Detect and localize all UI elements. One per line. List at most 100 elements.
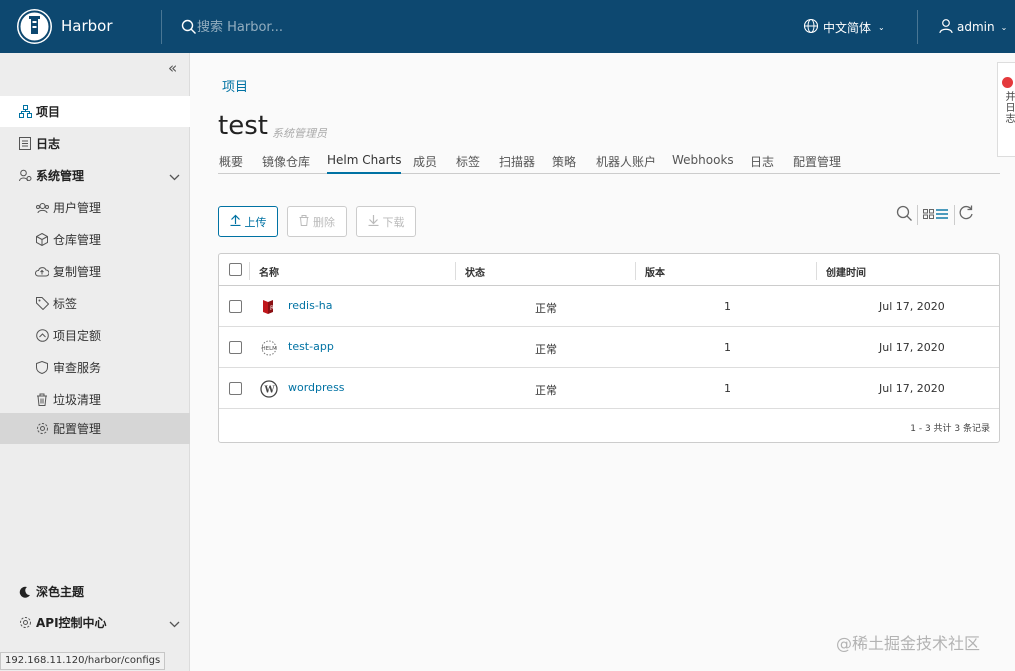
table-row[interactable]: HELM test-app 正常 1 Jul 17, 2020 bbox=[219, 327, 999, 368]
sidebar-item-users[interactable]: 用户管理 bbox=[0, 192, 190, 223]
sidebar-item-registries[interactable]: 仓库管理 bbox=[0, 224, 190, 255]
download-button[interactable]: 下载 bbox=[356, 206, 416, 237]
users-icon bbox=[35, 201, 49, 215]
column-created[interactable]: 创建时间 bbox=[826, 264, 866, 279]
wordpress-icon: W bbox=[259, 380, 279, 398]
sidebar: « 项目 日志 系统管理 用户管理 仓库管理 复制管理 标签 项目定额 审查服务… bbox=[0, 53, 190, 671]
tab-policy[interactable]: 策略 bbox=[552, 153, 576, 174]
download-label: 下载 bbox=[382, 215, 405, 229]
sidebar-item-label: 日志 bbox=[36, 137, 61, 151]
shield-icon bbox=[35, 361, 49, 375]
tab-robot-accounts[interactable]: 机器人账户 bbox=[596, 153, 656, 174]
column-name[interactable]: 名称 bbox=[259, 264, 279, 279]
search-icon[interactable] bbox=[181, 19, 197, 38]
chart-created: Jul 17, 2020 bbox=[879, 341, 945, 354]
chart-name-link[interactable]: redis-ha bbox=[288, 299, 333, 312]
search-input[interactable] bbox=[197, 16, 447, 38]
chart-status: 正常 bbox=[535, 343, 557, 356]
sidebar-item-projects[interactable]: 项目 bbox=[0, 96, 190, 127]
search-icon[interactable] bbox=[896, 205, 913, 225]
feedback-label: 并日志 bbox=[1003, 91, 1014, 124]
watermark: @稀土掘金技术社区 bbox=[836, 634, 981, 653]
sidebar-item-label: 审查服务 bbox=[53, 361, 102, 375]
moon-icon bbox=[18, 585, 32, 599]
sidebar-item-label: 配置管理 bbox=[53, 422, 102, 436]
replication-icon bbox=[35, 265, 49, 279]
refresh-icon[interactable] bbox=[959, 205, 974, 224]
tab-repositories[interactable]: 镜像仓库 bbox=[262, 153, 310, 174]
chart-status: 正常 bbox=[535, 302, 557, 315]
collapse-sidebar-icon[interactable]: « bbox=[168, 59, 177, 77]
list-view-icon[interactable] bbox=[936, 208, 948, 222]
row-checkbox[interactable] bbox=[229, 382, 242, 395]
svg-text:W: W bbox=[264, 386, 276, 396]
upload-button[interactable]: 上传 bbox=[218, 206, 278, 237]
tab-logs[interactable]: 日志 bbox=[750, 153, 774, 174]
tab-webhooks[interactable]: Webhooks bbox=[672, 153, 734, 174]
tab-helm-charts[interactable]: Helm Charts bbox=[327, 153, 402, 174]
upload-icon bbox=[230, 214, 241, 229]
api-center-label: API控制中心 bbox=[36, 616, 107, 630]
select-all-checkbox[interactable] bbox=[229, 263, 242, 276]
tab-summary[interactable]: 概要 bbox=[219, 153, 243, 174]
sidebar-item-interrogation-services[interactable]: 审查服务 bbox=[0, 352, 190, 383]
chart-name-link[interactable]: test-app bbox=[288, 340, 334, 353]
column-status[interactable]: 状态 bbox=[465, 264, 485, 279]
sidebar-item-label: 项目定额 bbox=[53, 329, 102, 343]
chevron-down-icon bbox=[169, 170, 180, 184]
tab-labels[interactable]: 标签 bbox=[456, 153, 480, 174]
username: admin bbox=[957, 20, 995, 34]
table-row[interactable]: W wordpress 正常 1 Jul 17, 2020 bbox=[219, 368, 999, 409]
toolbar-divider bbox=[954, 205, 955, 225]
sidebar-item-label: 垃圾清理 bbox=[53, 393, 102, 407]
sidebar-item-quotas[interactable]: 项目定额 bbox=[0, 320, 190, 351]
table-footer: 1 - 3 共计 3 条记录 bbox=[910, 424, 990, 434]
tab-scanner[interactable]: 扫描器 bbox=[499, 153, 535, 174]
language-selector[interactable]: 中文简体 ⌄ bbox=[803, 16, 885, 38]
table-header: 名称 状态 版本 创建时间 bbox=[219, 254, 999, 286]
chart-created: Jul 17, 2020 bbox=[879, 300, 945, 313]
tab-configuration[interactable]: 配置管理 bbox=[793, 153, 841, 174]
page-title: test bbox=[218, 111, 268, 141]
api-center-menu[interactable]: API控制中心 bbox=[0, 607, 190, 638]
chevron-down-icon: ⌄ bbox=[878, 22, 885, 32]
column-separator bbox=[635, 262, 636, 280]
chart-created: Jul 17, 2020 bbox=[879, 382, 945, 395]
delete-label: 删除 bbox=[313, 215, 335, 229]
harbor-logo[interactable] bbox=[17, 9, 52, 44]
sidebar-item-administration[interactable]: 系统管理 bbox=[0, 160, 190, 191]
dark-theme-label: 深色主题 bbox=[36, 585, 85, 599]
chart-name-link[interactable]: wordpress bbox=[288, 381, 345, 394]
chevron-down-icon bbox=[169, 617, 180, 631]
download-icon bbox=[368, 214, 379, 229]
header-divider bbox=[917, 10, 918, 44]
sidebar-item-label: 系统管理 bbox=[36, 169, 85, 183]
tab-members[interactable]: 成员 bbox=[413, 153, 437, 174]
sidebar-item-garbage-collection[interactable]: 垃圾清理 bbox=[0, 384, 190, 415]
sidebar-item-configuration[interactable]: 配置管理 bbox=[0, 413, 190, 444]
sidebar-item-logs[interactable]: 日志 bbox=[0, 128, 190, 159]
sidebar-item-label: 仓库管理 bbox=[53, 233, 102, 247]
brand-name: Harbor bbox=[61, 17, 113, 35]
gear-icon bbox=[35, 422, 49, 436]
dark-theme-toggle[interactable]: 深色主题 bbox=[0, 576, 190, 607]
row-checkbox[interactable] bbox=[229, 341, 242, 354]
sidebar-item-labels[interactable]: 标签 bbox=[0, 288, 190, 319]
user-menu[interactable]: admin ⌄ bbox=[938, 16, 1007, 38]
user-icon bbox=[938, 18, 954, 37]
quota-icon bbox=[35, 329, 49, 343]
language-label: 中文简体 bbox=[823, 20, 872, 35]
delete-button[interactable]: 删除 bbox=[287, 206, 347, 237]
top-header: Harbor 中文简体 ⌄ admin ⌄ bbox=[0, 0, 1015, 53]
log-icon bbox=[18, 137, 32, 151]
breadcrumb[interactable]: 项目 bbox=[222, 76, 248, 95]
browser-status-url: 192.168.11.120/harbor/configs bbox=[0, 652, 166, 670]
card-view-icon[interactable] bbox=[923, 208, 934, 222]
table-row[interactable]: R redis-ha 正常 1 Jul 17, 2020 bbox=[219, 286, 999, 327]
sidebar-item-label: 复制管理 bbox=[53, 265, 102, 279]
column-version[interactable]: 版本 bbox=[645, 264, 665, 279]
row-checkbox[interactable] bbox=[229, 300, 242, 313]
upload-label: 上传 bbox=[244, 215, 267, 229]
sidebar-item-replications[interactable]: 复制管理 bbox=[0, 256, 190, 287]
feedback-tab[interactable]: 并日志 bbox=[997, 62, 1015, 157]
